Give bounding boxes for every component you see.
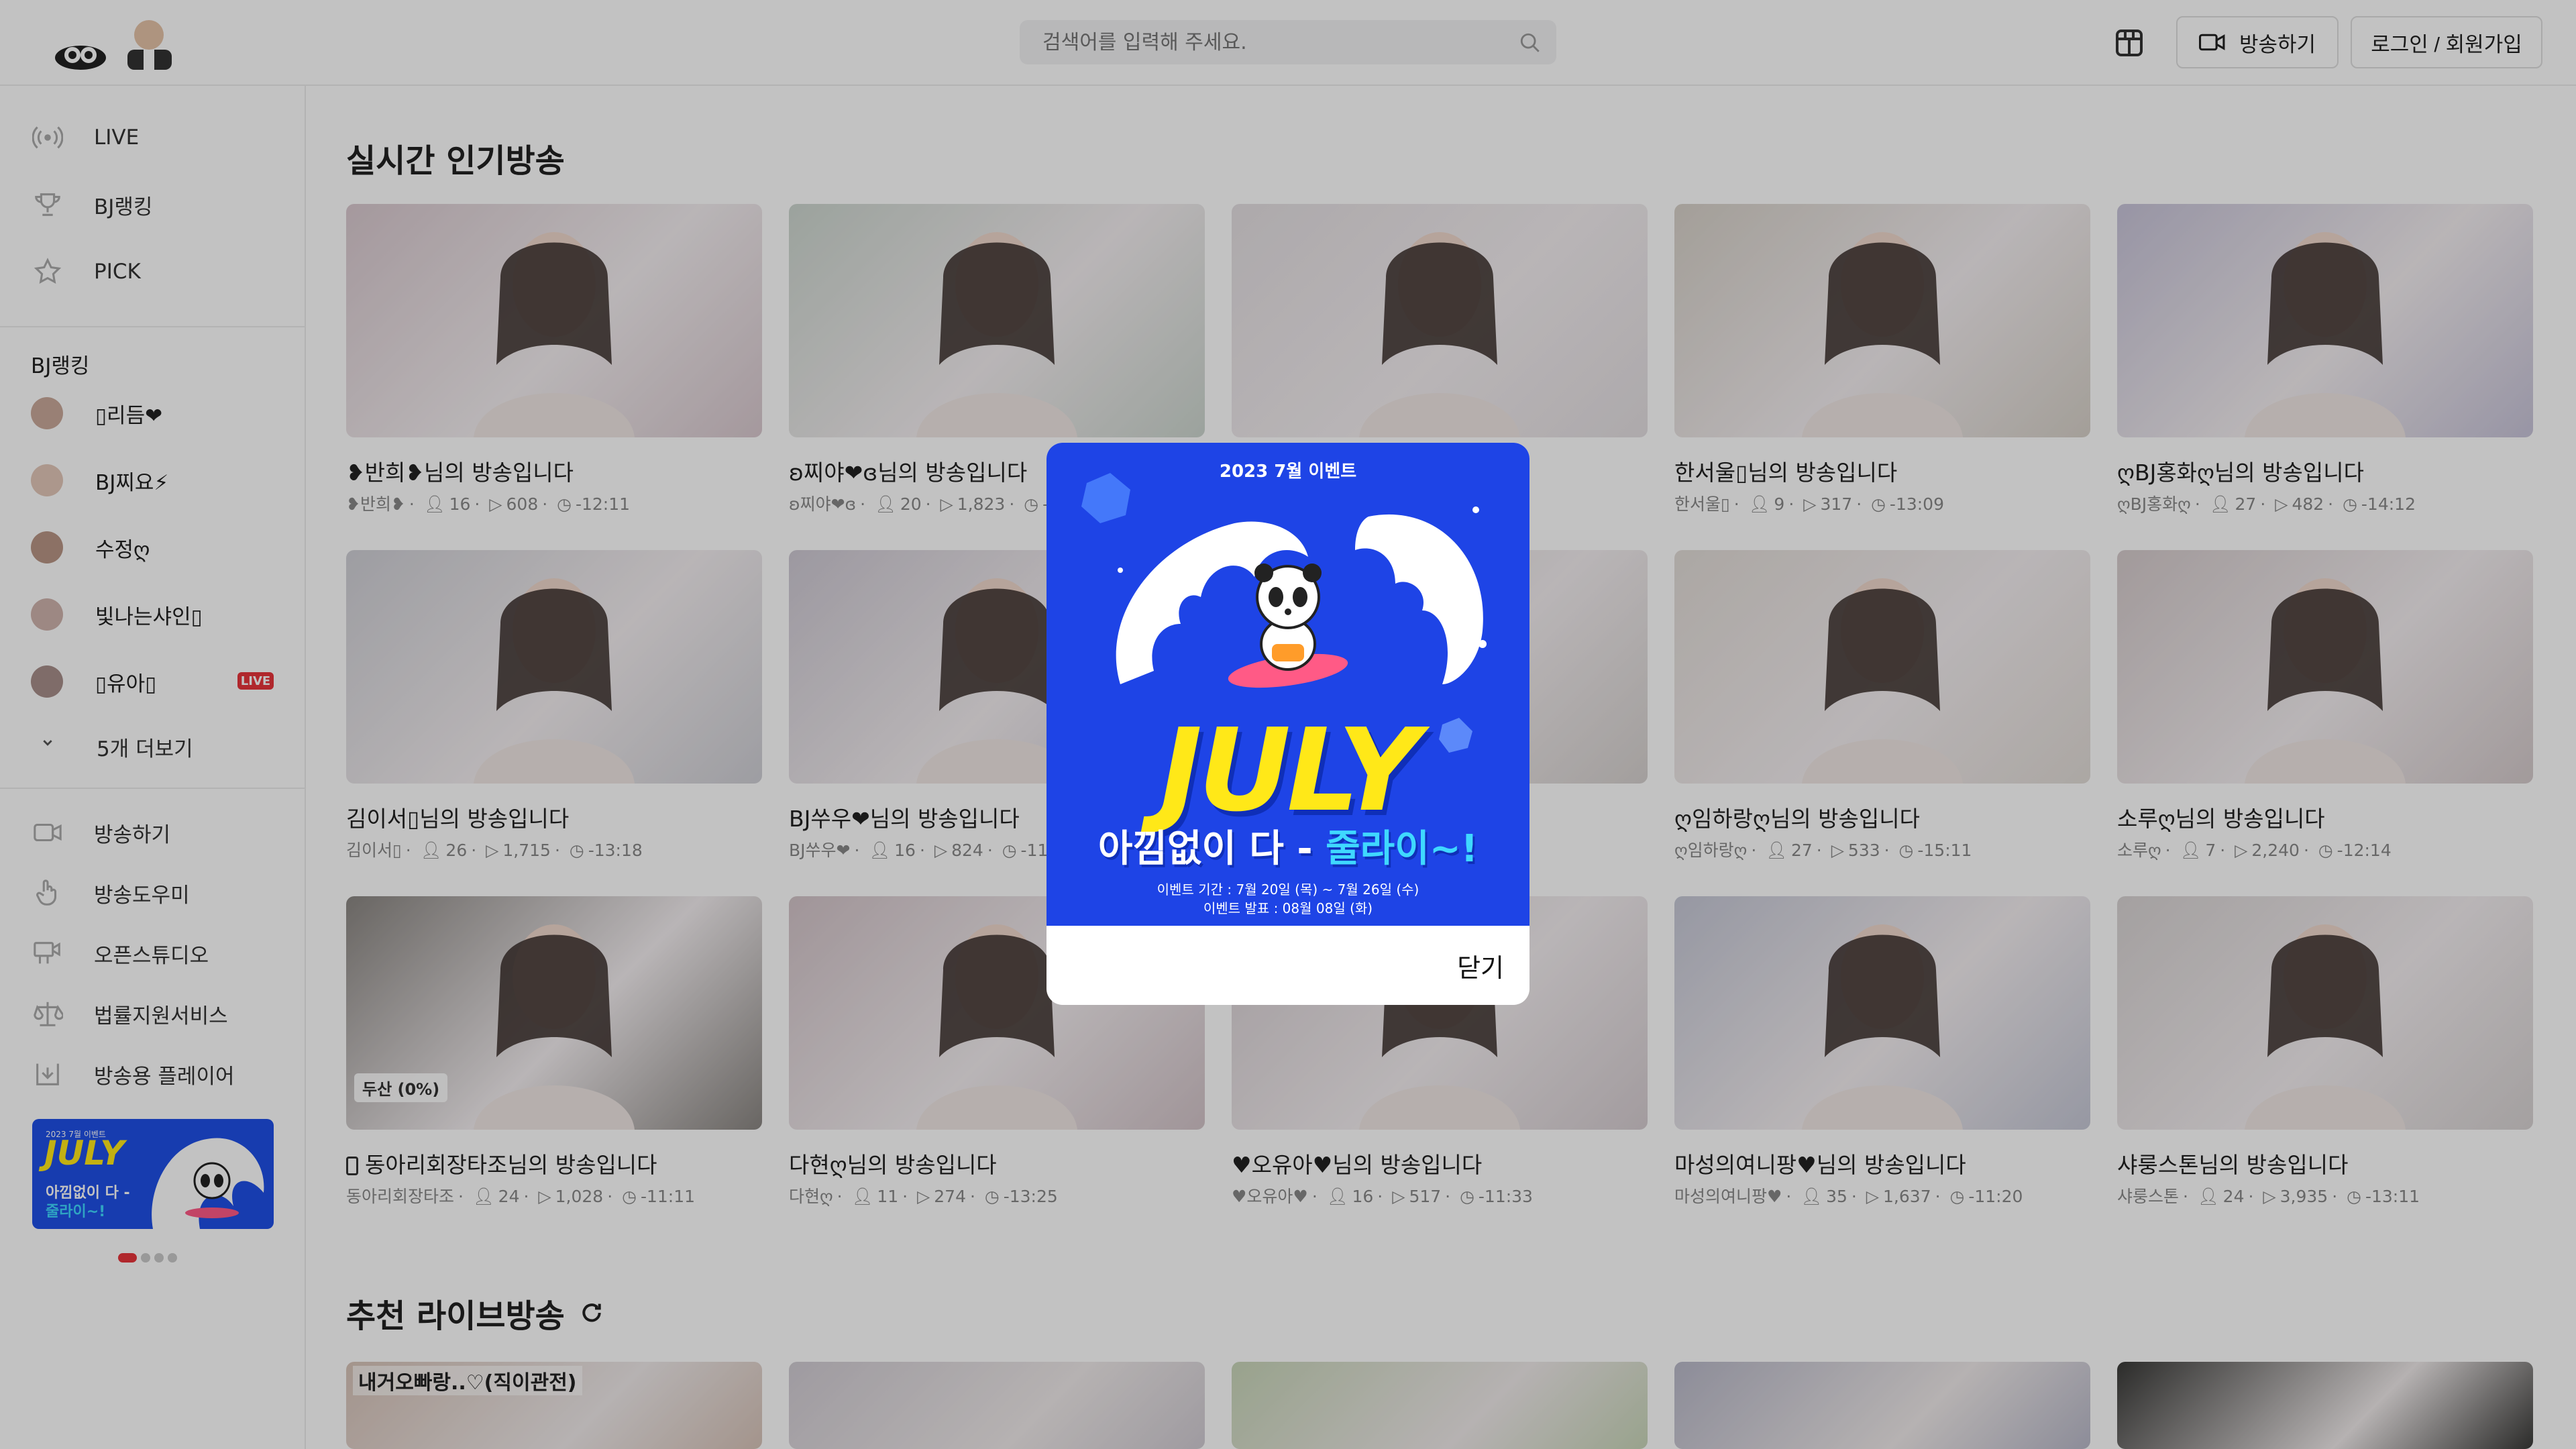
- close-button[interactable]: 닫기: [1457, 947, 1504, 984]
- event-subtitle-part2: 줄라이~!: [1326, 827, 1479, 871]
- event-title: JULY: [1159, 704, 1420, 837]
- event-popup: 2023 7월 이벤트 JULY 아낌없이 다 - 줄라이~! 이벤트 기간 :…: [1046, 443, 1529, 1005]
- event-subtitle-part1: 아낌없이 다 -: [1097, 827, 1326, 871]
- event-period: 이벤트 기간 : 7월 20일 (목) ~ 7월 26일 (수): [1157, 881, 1419, 898]
- modal-overlay[interactable]: 2023 7월 이벤트 JULY 아낌없이 다 - 줄라이~! 이벤트 기간 :…: [0, 0, 2576, 1449]
- event-top-label: 2023 7월 이벤트: [1219, 462, 1357, 482]
- event-announce: 이벤트 발표 : 08월 08일 (화): [1203, 900, 1373, 916]
- event-artwork: 2023 7월 이벤트 JULY 아낌없이 다 - 줄라이~! 이벤트 기간 :…: [1046, 443, 1529, 926]
- event-subtitle: 아낌없이 다 - 줄라이~!: [1046, 818, 1529, 873]
